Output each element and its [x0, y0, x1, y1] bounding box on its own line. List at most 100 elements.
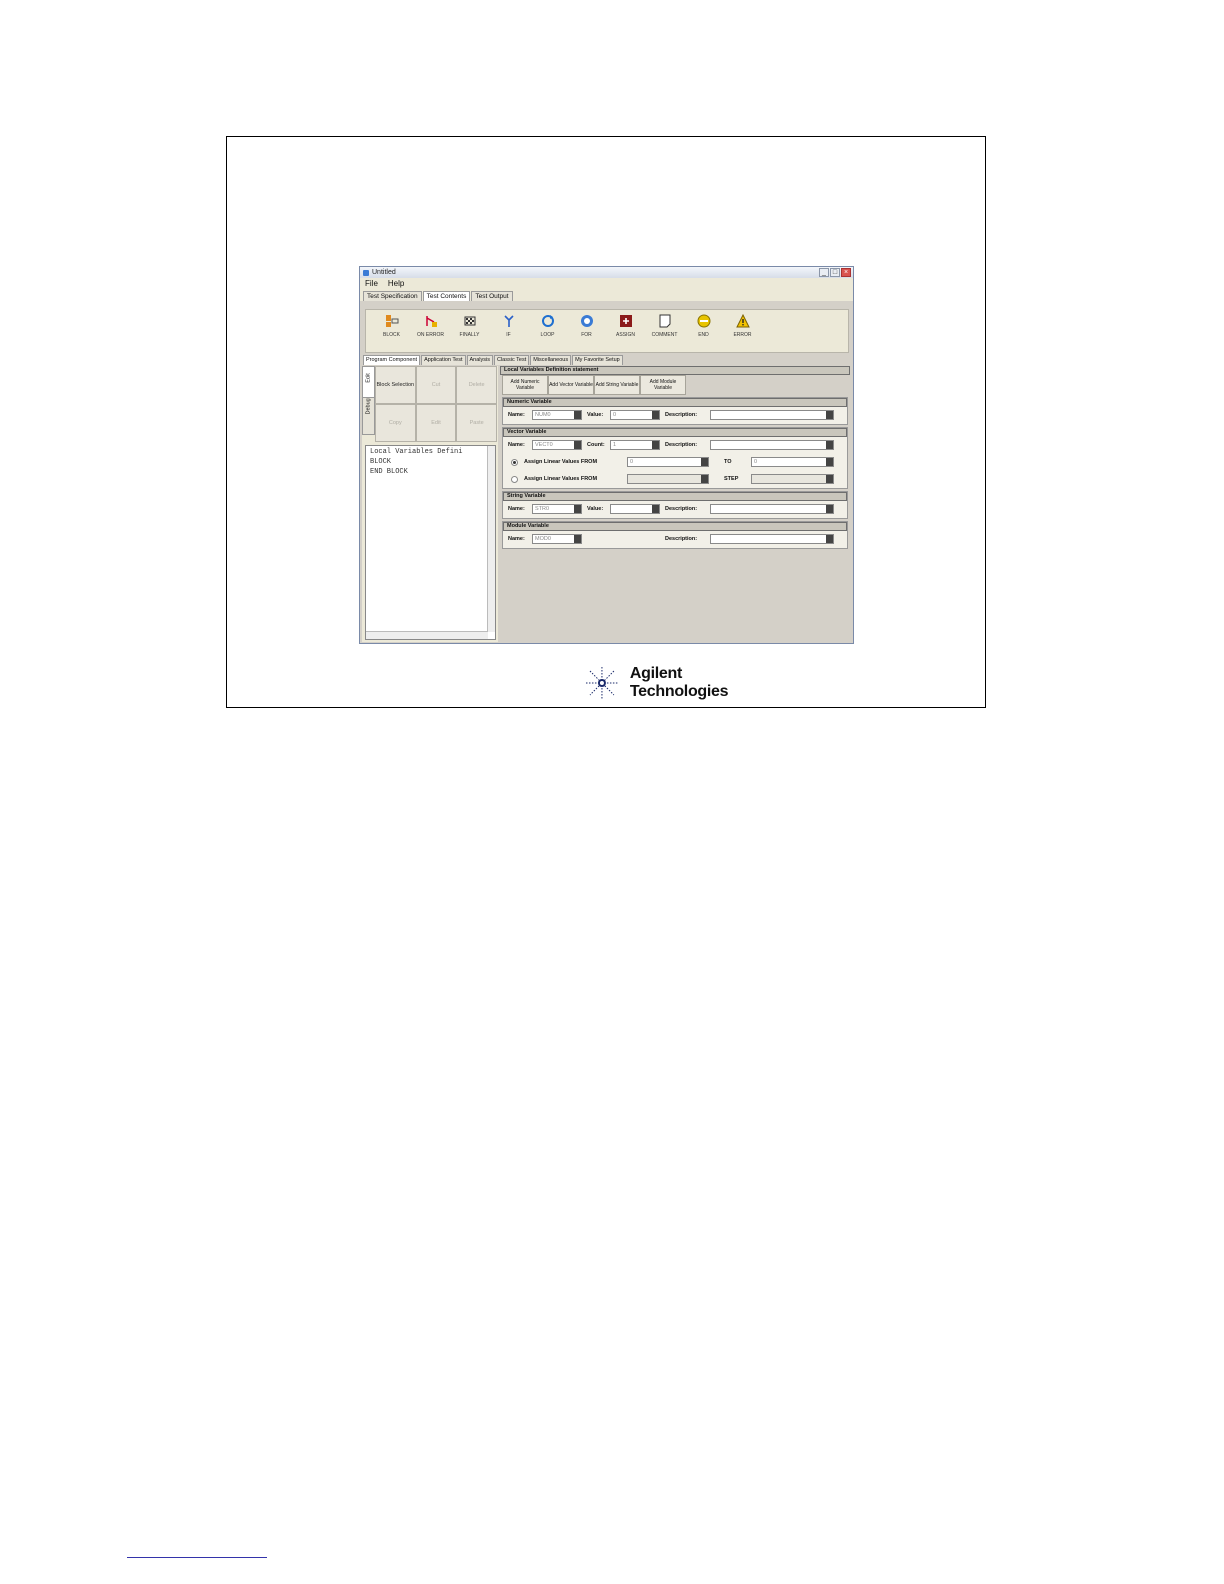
- main-tabs: Test Specification Test Contents Test Ou…: [360, 289, 853, 301]
- step-field[interactable]: [751, 474, 834, 484]
- dropdown-icon[interactable]: [826, 505, 833, 513]
- maximize-button[interactable]: □: [830, 268, 840, 277]
- string-variable-group: String Variable Name: STR0 Value: Descri…: [502, 491, 848, 519]
- minimize-button[interactable]: _: [819, 268, 829, 277]
- tool-error[interactable]: ERROR: [723, 310, 762, 352]
- dropdown-icon[interactable]: [652, 411, 659, 419]
- tab-program-component[interactable]: Program Component: [363, 355, 421, 365]
- assign-from-to-radio[interactable]: [511, 459, 518, 466]
- menu-help[interactable]: Help: [388, 279, 404, 288]
- dropdown-icon[interactable]: [574, 411, 581, 419]
- dropdown-icon[interactable]: [826, 535, 833, 543]
- dropdown-icon[interactable]: [826, 458, 833, 466]
- numeric-name-field[interactable]: NUM0: [532, 410, 582, 420]
- tab-analysis[interactable]: Analysis: [466, 355, 493, 365]
- value-label: Value:: [587, 506, 604, 512]
- side-tabs: Edit Debug: [362, 366, 375, 442]
- tool-end[interactable]: END: [684, 310, 723, 352]
- dropdown-icon[interactable]: [826, 411, 833, 419]
- edit-button[interactable]: Edit: [415, 404, 457, 442]
- loop-icon: [541, 314, 555, 328]
- numeric-value-field[interactable]: 0: [610, 410, 660, 420]
- module-description-field[interactable]: [710, 534, 834, 544]
- app-icon: [363, 269, 369, 276]
- tool-comment[interactable]: COMMENT: [645, 310, 684, 352]
- dropdown-icon[interactable]: [701, 475, 708, 483]
- string-name-field[interactable]: STR0: [532, 504, 582, 514]
- agilent-logo-text: Agilent Technologies: [629, 665, 729, 700]
- dropdown-icon[interactable]: [826, 475, 833, 483]
- block-selection-button[interactable]: Block Selection: [375, 366, 416, 404]
- description-label: Description:: [665, 506, 698, 512]
- end-icon: [697, 314, 711, 328]
- tab-test-specification[interactable]: Test Specification: [363, 291, 422, 301]
- code-line[interactable]: Local Variables Defini: [366, 446, 495, 458]
- dropdown-icon[interactable]: [574, 505, 581, 513]
- string-variable-header: String Variable: [503, 492, 847, 501]
- delete-button[interactable]: Delete: [456, 366, 497, 404]
- vector-count-field[interactable]: 1: [610, 440, 660, 450]
- menu-file[interactable]: File: [365, 279, 378, 288]
- add-numeric-variable-button[interactable]: Add Numeric Variable: [502, 375, 548, 395]
- dropdown-icon[interactable]: [652, 441, 659, 449]
- numeric-description-field[interactable]: [710, 410, 834, 420]
- name-label: Name:: [508, 412, 525, 418]
- add-vector-variable-button[interactable]: Add Vector Variable: [548, 375, 594, 395]
- name-label: Name:: [508, 442, 525, 448]
- string-description-field[interactable]: [710, 504, 834, 514]
- description-label: Description:: [665, 442, 698, 448]
- step-label: STEP: [724, 476, 739, 482]
- tool-on-error[interactable]: ON ERROR: [411, 310, 450, 352]
- tab-test-contents[interactable]: Test Contents: [422, 291, 471, 301]
- block-icon: [385, 314, 399, 328]
- tab-classic-test[interactable]: Classic Test: [493, 355, 530, 365]
- tool-for[interactable]: FOR: [567, 310, 606, 352]
- tool-finally[interactable]: FINALLY: [450, 310, 489, 352]
- from-step-field[interactable]: [627, 474, 709, 484]
- dropdown-icon[interactable]: [574, 441, 581, 449]
- cut-button[interactable]: Cut: [415, 366, 457, 404]
- horizontal-scrollbar[interactable]: [366, 631, 488, 639]
- dropdown-icon[interactable]: [652, 505, 659, 513]
- module-variable-header: Module Variable: [503, 522, 847, 531]
- tool-assign[interactable]: ASSIGN: [606, 310, 645, 352]
- numeric-variable-group: Numeric Variable Name: NUM0 Value: 0 Des…: [502, 397, 848, 425]
- dropdown-icon[interactable]: [574, 535, 581, 543]
- module-variable-group: Module Variable Name: MOD0 Description:: [502, 521, 848, 549]
- vertical-scrollbar[interactable]: [487, 446, 495, 632]
- tool-if[interactable]: IF: [489, 310, 528, 352]
- title-bar: Untitled _ □ ×: [360, 267, 853, 278]
- statement-panel: Local Variables Definition statement Add…: [500, 366, 850, 642]
- string-value-field[interactable]: [610, 504, 660, 514]
- add-string-variable-button[interactable]: Add String Variable: [594, 375, 640, 395]
- code-line[interactable]: END BLOCK: [366, 468, 495, 478]
- vector-name-field[interactable]: VECT0: [532, 440, 582, 450]
- module-name-field[interactable]: MOD0: [532, 534, 582, 544]
- code-line[interactable]: BLOCK: [366, 458, 495, 468]
- side-tab-debug[interactable]: Debug: [362, 397, 375, 435]
- edit-button-grid: Block Selection Cut Delete Copy Edit Pas…: [375, 366, 497, 442]
- tab-application-test[interactable]: Application Test: [421, 355, 466, 365]
- tool-block[interactable]: BLOCK: [372, 310, 411, 352]
- from-field[interactable]: 0: [627, 457, 709, 467]
- on-error-icon: [424, 314, 438, 328]
- menu-bar: File Help: [360, 278, 853, 289]
- window-title: Untitled: [372, 269, 396, 276]
- tab-test-output[interactable]: Test Output: [471, 291, 513, 301]
- program-code-view[interactable]: Local Variables Defini BLOCK END BLOCK: [365, 445, 496, 640]
- tool-loop[interactable]: LOOP: [528, 310, 567, 352]
- add-module-variable-button[interactable]: Add Module Variable: [640, 375, 686, 395]
- vector-description-field[interactable]: [710, 440, 834, 450]
- assign-from-step-radio[interactable]: [511, 476, 518, 483]
- to-field[interactable]: 0: [751, 457, 834, 467]
- agilent-spark-icon: [585, 667, 618, 699]
- tab-miscellaneous[interactable]: Miscellaneous: [530, 355, 572, 365]
- tab-my-favorite-setup[interactable]: My Favorite Setup: [572, 355, 623, 365]
- vector-variable-header: Vector Variable: [503, 428, 847, 437]
- close-button[interactable]: ×: [841, 268, 851, 277]
- side-tab-edit[interactable]: Edit: [362, 366, 375, 398]
- copy-button[interactable]: Copy: [375, 404, 416, 442]
- dropdown-icon[interactable]: [701, 458, 708, 466]
- dropdown-icon[interactable]: [826, 441, 833, 449]
- paste-button[interactable]: Paste: [456, 404, 497, 442]
